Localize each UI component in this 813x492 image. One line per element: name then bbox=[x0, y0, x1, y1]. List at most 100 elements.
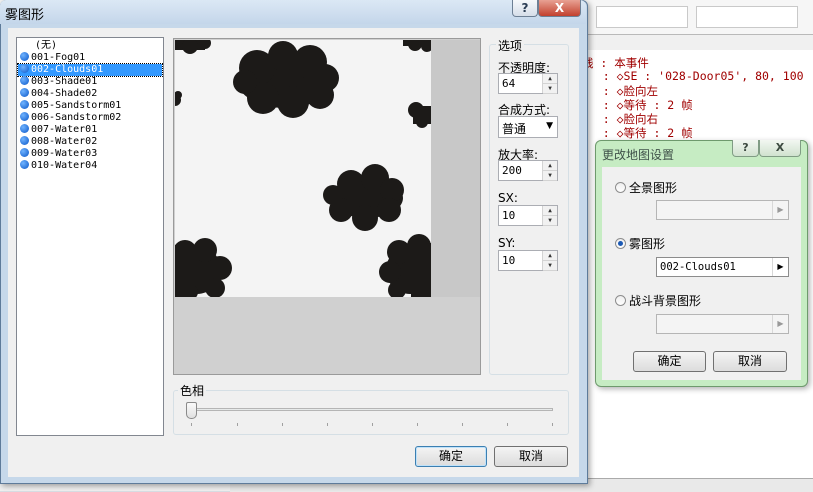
fog-preview-image bbox=[175, 40, 431, 297]
fog-preview-side bbox=[431, 40, 480, 297]
list-item[interactable]: 008-Water02 bbox=[18, 136, 162, 148]
slider-tick bbox=[507, 423, 508, 426]
fog-file-list[interactable]: (无) 001-Fog01 002-Clouds01 003-Shade01 0… bbox=[16, 37, 164, 436]
list-item-label: (无) bbox=[35, 40, 58, 51]
list-item[interactable]: 005-Sandstorm01 bbox=[18, 100, 162, 112]
spin-down-icon[interactable]: ▼ bbox=[543, 216, 557, 226]
file-icon bbox=[20, 160, 29, 169]
spin-down-icon[interactable]: ▼ bbox=[543, 261, 557, 271]
list-item-label: 008-Water02 bbox=[31, 136, 98, 147]
list-item[interactable]: 001-Fog01 bbox=[18, 52, 162, 64]
map-ok-button[interactable]: 确定 bbox=[633, 351, 706, 372]
sy-label: SY: bbox=[498, 236, 516, 250]
spin-up-icon[interactable]: ▲ bbox=[543, 251, 557, 261]
list-item-selected[interactable]: 002-Clouds01 bbox=[17, 63, 163, 77]
sy-spinner[interactable]: 10 ▲ ▼ bbox=[498, 250, 558, 271]
list-item-label: 004-Shade02 bbox=[31, 88, 98, 99]
fog-preview bbox=[173, 38, 481, 375]
list-item-label: 009-Water03 bbox=[31, 148, 98, 159]
sx-spinner[interactable]: 10 ▲ ▼ bbox=[498, 205, 558, 226]
hue-label: 色相 bbox=[178, 382, 207, 399]
spin-up-icon[interactable]: ▲ bbox=[543, 206, 557, 216]
sy-value[interactable]: 10 bbox=[502, 254, 515, 267]
map-help-button[interactable]: ? bbox=[732, 140, 759, 157]
list-item[interactable]: 009-Water03 bbox=[18, 148, 162, 160]
blend-type-select[interactable]: 普通 ▼ bbox=[498, 116, 558, 138]
sx-label: SX: bbox=[498, 191, 518, 205]
list-item-label: 002-Clouds01 bbox=[31, 64, 104, 75]
fog-dialog-titlebar[interactable] bbox=[0, 0, 586, 24]
spin-up-icon[interactable]: ▲ bbox=[543, 161, 557, 171]
map-close-button[interactable]: X bbox=[759, 140, 801, 157]
map-dialog-title: 更改地图设置 bbox=[602, 148, 675, 162]
list-item-label: 006-Sandstorm02 bbox=[31, 112, 122, 123]
panorama-radio[interactable] bbox=[615, 182, 626, 193]
spin-down-icon[interactable]: ▼ bbox=[543, 84, 557, 94]
chevron-right-icon: ▶ bbox=[772, 315, 788, 333]
ok-button[interactable]: 确定 bbox=[415, 446, 487, 467]
map-cancel-button[interactable]: 取消 bbox=[713, 351, 787, 372]
battleback-radio[interactable] bbox=[615, 295, 626, 306]
fog-value: 002-Clouds01 bbox=[660, 261, 736, 273]
list-item[interactable]: 010-Water04 bbox=[18, 160, 162, 172]
file-icon bbox=[20, 100, 29, 109]
slider-tick bbox=[282, 423, 283, 426]
list-item[interactable]: 004-Shade02 bbox=[18, 88, 162, 100]
list-item-label: 007-Water01 bbox=[31, 124, 98, 135]
list-item-label: 001-Fog01 bbox=[31, 52, 86, 63]
hue-slider-track[interactable] bbox=[190, 408, 553, 411]
sx-value[interactable]: 10 bbox=[502, 209, 515, 222]
background-field bbox=[696, 6, 798, 28]
background-field bbox=[596, 6, 688, 28]
fog-dialog-title: 雾图形 bbox=[5, 8, 45, 23]
hue-slider-thumb[interactable] bbox=[186, 402, 197, 419]
list-item-label: 003-Shade01 bbox=[31, 76, 98, 87]
battleback-label[interactable]: 战斗背景图形 bbox=[629, 292, 701, 309]
zoom-spinner[interactable]: 200 ▲ ▼ bbox=[498, 160, 558, 181]
battleback-combo: ▶ bbox=[656, 314, 789, 334]
file-icon bbox=[20, 136, 29, 145]
slider-tick bbox=[372, 423, 373, 426]
fog-combo[interactable]: 002-Clouds01 ▶ bbox=[656, 257, 789, 277]
slider-tick bbox=[237, 423, 238, 426]
list-item-label: 005-Sandstorm01 bbox=[31, 100, 122, 111]
fog-radio[interactable] bbox=[615, 238, 626, 249]
list-item[interactable]: 003-Shade01 bbox=[18, 76, 162, 88]
blend-type-value: 普通 bbox=[502, 122, 527, 136]
file-icon bbox=[20, 64, 29, 73]
slider-tick bbox=[191, 423, 192, 426]
background-toolbar bbox=[586, 0, 813, 35]
list-item[interactable]: 006-Sandstorm02 bbox=[18, 112, 162, 124]
chevron-down-icon[interactable]: ▼ bbox=[546, 121, 553, 131]
fog-label[interactable]: 雾图形 bbox=[629, 235, 665, 252]
chevron-right-icon[interactable]: ▶ bbox=[772, 258, 788, 276]
file-icon bbox=[20, 124, 29, 133]
spin-up-icon[interactable]: ▲ bbox=[543, 74, 557, 84]
hue-group bbox=[173, 390, 569, 435]
event-command-line[interactable]: : ◇SE : '028-Door05', 80, 100 bbox=[582, 69, 804, 83]
event-command-line[interactable]: : ◇等待 : 2 帧 bbox=[582, 125, 693, 141]
list-item[interactable]: 007-Water01 bbox=[18, 124, 162, 136]
panorama-combo: ▶ bbox=[656, 200, 789, 220]
slider-tick bbox=[462, 423, 463, 426]
cancel-button[interactable]: 取消 bbox=[494, 446, 568, 467]
options-group-label: 选项 bbox=[496, 37, 525, 54]
spin-down-icon[interactable]: ▼ bbox=[543, 171, 557, 181]
chevron-right-icon: ▶ bbox=[772, 201, 788, 219]
opacity-spinner[interactable]: 64 ▲ ▼ bbox=[498, 73, 558, 94]
list-item-label: 010-Water04 bbox=[31, 160, 98, 171]
file-icon bbox=[20, 88, 29, 97]
file-icon bbox=[20, 112, 29, 121]
zoom-value[interactable]: 200 bbox=[502, 164, 522, 177]
slider-tick bbox=[552, 423, 553, 426]
panorama-label[interactable]: 全景图形 bbox=[629, 179, 677, 196]
opacity-value[interactable]: 64 bbox=[502, 77, 515, 90]
slider-tick bbox=[327, 423, 328, 426]
file-icon bbox=[20, 76, 29, 85]
help-button[interactable]: ? bbox=[512, 0, 538, 17]
file-icon bbox=[20, 52, 29, 61]
list-item[interactable]: (无) bbox=[18, 40, 162, 52]
file-icon bbox=[20, 148, 29, 157]
slider-tick bbox=[417, 423, 418, 426]
close-button[interactable]: X bbox=[538, 0, 581, 17]
